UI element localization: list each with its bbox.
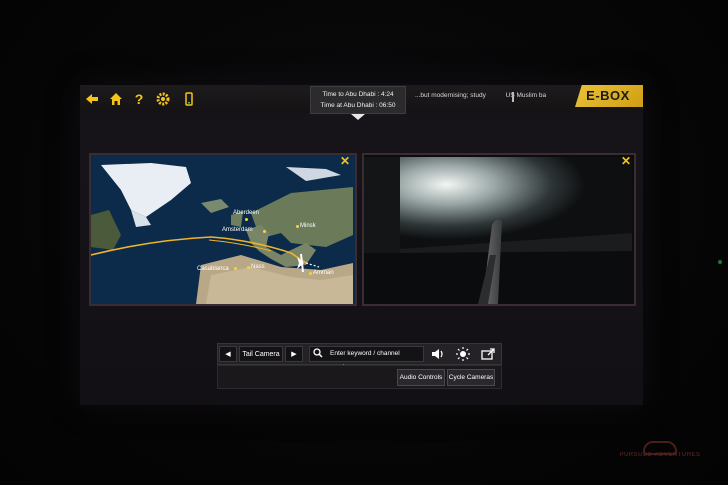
city-label: Casablanca (197, 266, 229, 272)
city-label: Amman (313, 270, 334, 276)
tail-camera-panel[interactable] (362, 153, 636, 306)
settings-gear-icon[interactable] (155, 91, 171, 107)
help-icon[interactable]: ? (131, 91, 147, 107)
city-label: Amsterdam (222, 227, 253, 233)
city-label: Nass (251, 264, 265, 270)
city-marker (234, 267, 237, 270)
ticker-headline-1: ...but modernising; study (415, 92, 486, 99)
city-marker (309, 272, 312, 275)
status-led (718, 260, 722, 264)
channel-name-label: Tail Camera (239, 346, 283, 362)
home-icon[interactable] (108, 91, 124, 107)
back-arrow-icon[interactable] (84, 91, 100, 107)
city-marker (263, 230, 266, 233)
ticker-separator (512, 92, 514, 102)
city-marker (296, 225, 299, 228)
flight-time-tooltip: Time to Abu Dhabi : 4:24 Time at Abu Dha… (310, 86, 406, 114)
city-label: Minsk (300, 223, 316, 229)
city-label: Aberdeen (233, 210, 260, 216)
city-marker (245, 218, 248, 221)
channel-search-input[interactable]: Enter keyword / channel number (309, 346, 424, 371)
time-at-destination: Time at Abu Dhabi : 06:50 (320, 102, 396, 109)
share-screen-icon[interactable] (480, 346, 496, 362)
close-camera-icon[interactable]: ✕ (620, 155, 632, 167)
camera-feed (364, 155, 634, 304)
search-icon (313, 347, 323, 359)
news-ticker[interactable]: ...but modernising; study US Muslim ba (415, 92, 575, 102)
tooltip-arrow-icon (351, 114, 365, 120)
next-channel-button[interactable]: ▶ (285, 346, 303, 362)
volume-icon[interactable] (430, 346, 446, 362)
phone-icon[interactable] (181, 91, 197, 107)
city-marker (247, 266, 250, 269)
audio-controls-button[interactable]: Audio Controls (397, 369, 445, 386)
flight-map-panel[interactable]: Aberdeen Amsterdam Minsk Casablanca Nass… (89, 153, 357, 306)
brightness-icon[interactable] (455, 346, 471, 362)
time-to-destination: Time to Abu Dhabi : 4:24 (322, 91, 394, 98)
cycle-cameras-button[interactable]: Cycle Cameras (447, 369, 495, 386)
close-map-icon[interactable]: ✕ (339, 155, 351, 167)
photo-watermark: PURSUED ADVENTURES (619, 452, 701, 458)
ebox-logo: E-BOX (586, 88, 630, 103)
prev-channel-button[interactable]: ◀ (219, 346, 237, 362)
